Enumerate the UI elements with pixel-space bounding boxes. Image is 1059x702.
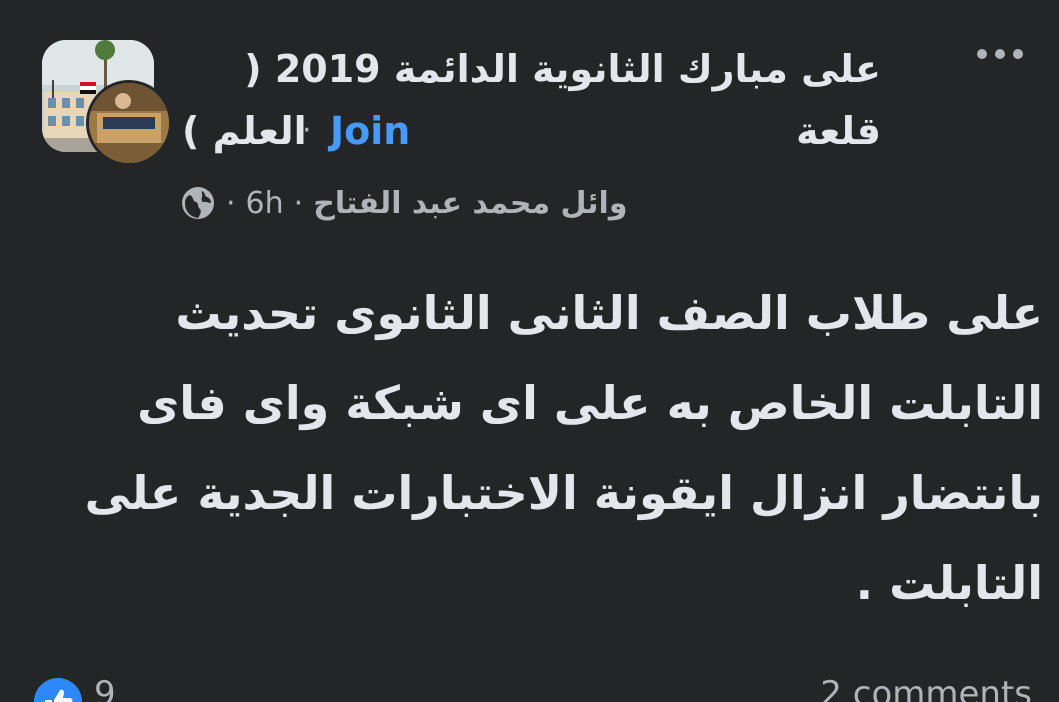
author-photo-image <box>89 83 169 163</box>
more-options-button[interactable] <box>972 36 1028 76</box>
like-reaction-icon[interactable] <box>34 678 82 702</box>
join-button[interactable]: Join <box>330 100 410 162</box>
author-name[interactable]: وائل محمد عبد الفتاح <box>313 186 627 221</box>
meta-separator: · <box>293 185 304 221</box>
post-text: على طلاب الصف الثانى الثانوى تحديث التاب… <box>84 286 1043 610</box>
author-avatar[interactable] <box>86 80 172 166</box>
post-meta: · 6h · وائل محمد عبد الفتاح <box>180 178 628 228</box>
post-footer: 9 2 comments <box>32 672 1032 702</box>
privacy-globe <box>180 185 216 221</box>
group-name-continued[interactable]: العلم ) <box>182 100 307 162</box>
reaction-count[interactable]: 9 <box>94 674 116 702</box>
more-icon <box>977 49 1023 59</box>
header-separator: · <box>302 113 312 148</box>
like-icon <box>34 678 82 702</box>
meta-separator: · <box>226 185 236 221</box>
post-time[interactable]: 6h <box>246 186 284 221</box>
comments-count[interactable]: 2 comments <box>820 674 1032 702</box>
globe-icon <box>182 187 214 219</box>
group-avatar[interactable] <box>42 40 172 166</box>
